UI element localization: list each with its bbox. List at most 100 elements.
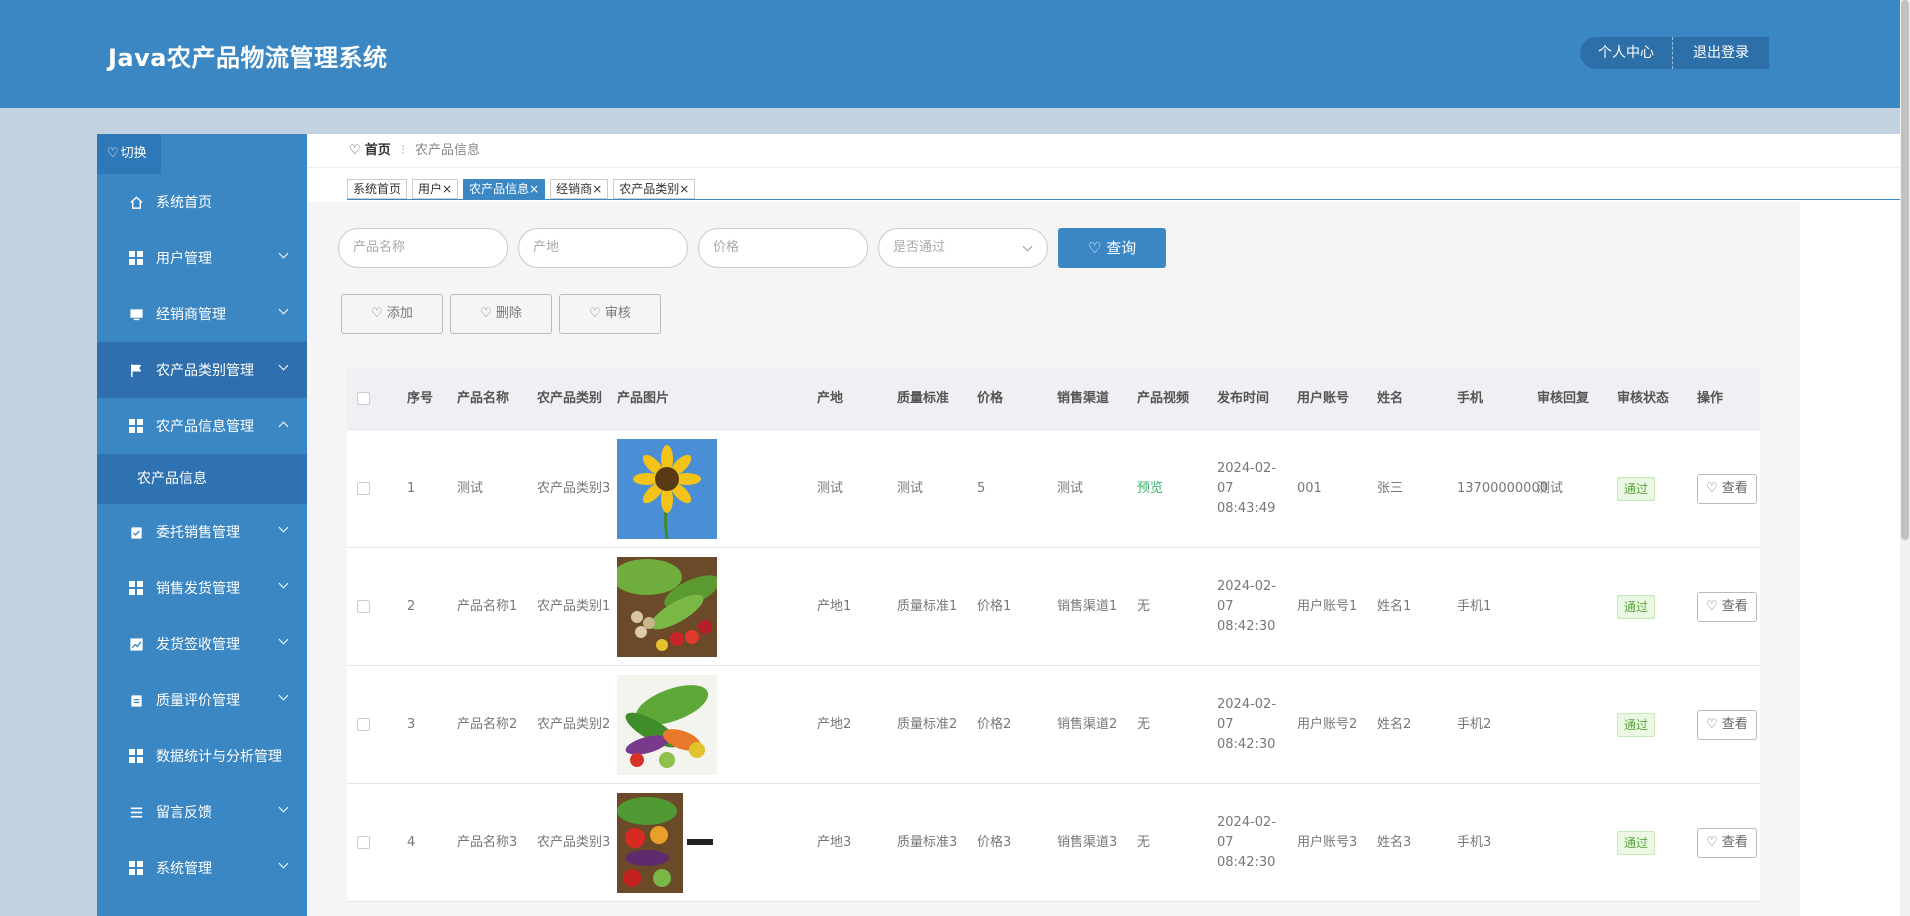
grid-icon xyxy=(128,418,144,434)
sidebar-item-label: 系统管理 xyxy=(156,861,212,877)
tab-product-category[interactable]: 农产品类别× xyxy=(613,179,696,199)
channel-cell: 测试 xyxy=(1057,480,1084,496)
column-header: 手机 xyxy=(1457,390,1484,406)
close-icon[interactable]: × xyxy=(679,182,689,196)
product-name-cell: 产品名称3 xyxy=(457,834,518,850)
publish-time-cell: 2024-02-07 08:43:49 xyxy=(1217,460,1277,516)
sidebar-item-user-management[interactable]: 用户管理 xyxy=(97,230,307,286)
origin-cell: 测试 xyxy=(817,480,844,496)
vegetables-image[interactable] xyxy=(617,674,717,775)
sidebar-subitem-product-info[interactable]: 农产品信息 xyxy=(97,454,307,504)
breadcrumb-home-link[interactable]: 首页 xyxy=(365,143,391,158)
row-checkbox[interactable] xyxy=(357,600,370,613)
column-header: 产品名称 xyxy=(457,390,510,406)
video-preview-link[interactable]: 预览 xyxy=(1137,479,1163,499)
table-row: 3 产品名称2 农产品类别2 产地2 质量标准2 价格2 销售渠道2 无 202… xyxy=(347,666,1760,784)
sidebar-item-receipt-management[interactable]: 发货签收管理 xyxy=(97,616,307,672)
profile-button[interactable]: 个人中心 xyxy=(1580,37,1673,69)
heart-icon: ♡ xyxy=(589,306,605,321)
sidebar-item-consignment-management[interactable]: 委托销售管理 xyxy=(97,504,307,560)
sidebar-item-label: 农产品类别管理 xyxy=(156,363,254,379)
tab-user[interactable]: 用户× xyxy=(412,179,459,199)
vegetables-image[interactable] xyxy=(617,556,717,657)
sidebar-item-product-info-management[interactable]: 农产品信息管理 xyxy=(97,398,307,454)
view-button-label: 查看 xyxy=(1721,716,1748,732)
user-name-cell: 姓名3 xyxy=(1377,834,1412,850)
sidebar-item-category-management[interactable]: 农产品类别管理 xyxy=(97,342,307,398)
origin-input[interactable]: 产地 xyxy=(518,228,688,268)
column-header: 产品图片 xyxy=(617,390,670,406)
tab-underline xyxy=(347,199,1900,200)
row-checkbox[interactable] xyxy=(357,482,370,495)
app-title: Java农产品物流管理系统 xyxy=(108,44,388,72)
select-all-checkbox[interactable] xyxy=(357,392,370,405)
price-cell: 价格3 xyxy=(977,834,1012,850)
chevron-up-icon xyxy=(278,421,289,432)
heart-icon: ♡ xyxy=(1706,598,1722,614)
sidebar-item-system-management[interactable]: 系统管理 xyxy=(97,840,307,896)
vegetables-image[interactable] xyxy=(617,792,717,893)
scrollbar-thumb[interactable] xyxy=(1901,0,1909,540)
close-icon[interactable]: × xyxy=(592,182,602,196)
tab-product-info[interactable]: 农产品信息× xyxy=(463,179,546,199)
video-cell: 无 xyxy=(1137,716,1151,732)
list-icon xyxy=(128,804,144,820)
view-button[interactable]: ♡ 查看 xyxy=(1697,473,1757,504)
tab-dealer[interactable]: 经销商× xyxy=(550,179,609,199)
row-checkbox[interactable] xyxy=(357,718,370,731)
view-button[interactable]: ♡ 查看 xyxy=(1697,827,1757,858)
table-header-row: 序号 产品名称 农产品类别 产品图片 产地 质量标准 价格 销售渠道 产品视频 … xyxy=(347,368,1760,430)
operations-cell: ♡ 查看 xyxy=(1697,430,1757,547)
breadcrumb-current: 农产品信息 xyxy=(414,143,480,158)
price-input[interactable]: 价格 xyxy=(698,228,868,268)
sidebar-menu: 系统首页 用户管理 经销商管理 农产品类别管理 农产品信息管理 农产品信息 委托… xyxy=(97,174,307,896)
column-header: 销售渠道 xyxy=(1057,390,1110,406)
column-header: 序号 xyxy=(407,390,434,406)
heart-icon: ♡ xyxy=(480,306,496,321)
origin-cell: 产地1 xyxy=(817,598,852,614)
product-name-input[interactable]: 产品名称 xyxy=(338,228,508,268)
sidebar-item-shipping-management[interactable]: 销售发货管理 xyxy=(97,560,307,616)
review-status-cell: 通过 xyxy=(1617,430,1697,547)
sidebar-item-feedback[interactable]: 留言反馈 xyxy=(97,784,307,840)
sidebar-toggle-button[interactable]: ♡ 切换 xyxy=(97,134,161,174)
close-icon[interactable]: × xyxy=(442,182,452,196)
tab-system-home[interactable]: 系统首页 xyxy=(347,179,408,199)
sidebar-subitem-label: 农产品信息 xyxy=(137,471,207,487)
sidebar-item-quality-review-management[interactable]: 质量评价管理 xyxy=(97,672,307,728)
product-name-cell: 产品名称1 xyxy=(457,598,518,614)
channel-cell: 销售渠道3 xyxy=(1057,834,1118,850)
row-checkbox-cell xyxy=(347,548,407,665)
chevron-down-icon xyxy=(278,690,289,701)
delete-button[interactable]: ♡ 删除 xyxy=(450,294,552,334)
top-header: Java农产品物流管理系统 个人中心 退出登录 xyxy=(0,0,1900,108)
sidebar-item-dealer-management[interactable]: 经销商管理 xyxy=(97,286,307,342)
chart-icon xyxy=(128,636,144,652)
view-button[interactable]: ♡ 查看 xyxy=(1697,591,1757,622)
approved-select[interactable]: 是否通过 xyxy=(878,228,1048,268)
phone-cell: 13700000000 xyxy=(1457,480,1548,496)
column-header: 审核状态 xyxy=(1617,390,1670,406)
phone-cell: 手机1 xyxy=(1457,598,1492,614)
sidebar-item-home[interactable]: 系统首页 xyxy=(97,174,307,230)
category-cell: 农产品类别3 xyxy=(537,480,611,496)
sunflower-image[interactable] xyxy=(617,438,717,539)
heart-icon: ♡ xyxy=(371,306,387,321)
sidebar-item-label: 系统首页 xyxy=(156,195,212,211)
tab-bar: 系统首页 用户× 农产品信息× 经销商× 农产品类别× xyxy=(347,179,700,199)
query-button-label: 查询 xyxy=(1106,239,1137,257)
logout-button[interactable]: 退出登录 xyxy=(1673,37,1769,69)
view-button[interactable]: ♡ 查看 xyxy=(1697,709,1757,740)
heart-icon: ♡ xyxy=(1706,834,1722,850)
query-button[interactable]: ♡ 查询 xyxy=(1058,228,1166,268)
review-button[interactable]: ♡ 审核 xyxy=(559,294,661,334)
tab-label: 用户 xyxy=(418,182,443,196)
clipboard-icon xyxy=(128,692,144,708)
chevron-down-icon xyxy=(278,634,289,645)
page-scrollbar[interactable] xyxy=(1900,0,1910,916)
add-button[interactable]: ♡ 添加 xyxy=(341,294,443,334)
price-cell: 价格2 xyxy=(977,716,1012,732)
sidebar-item-statistics-management[interactable]: 数据统计与分析管理 xyxy=(97,728,307,784)
close-icon[interactable]: × xyxy=(529,182,539,196)
row-checkbox[interactable] xyxy=(357,836,370,849)
